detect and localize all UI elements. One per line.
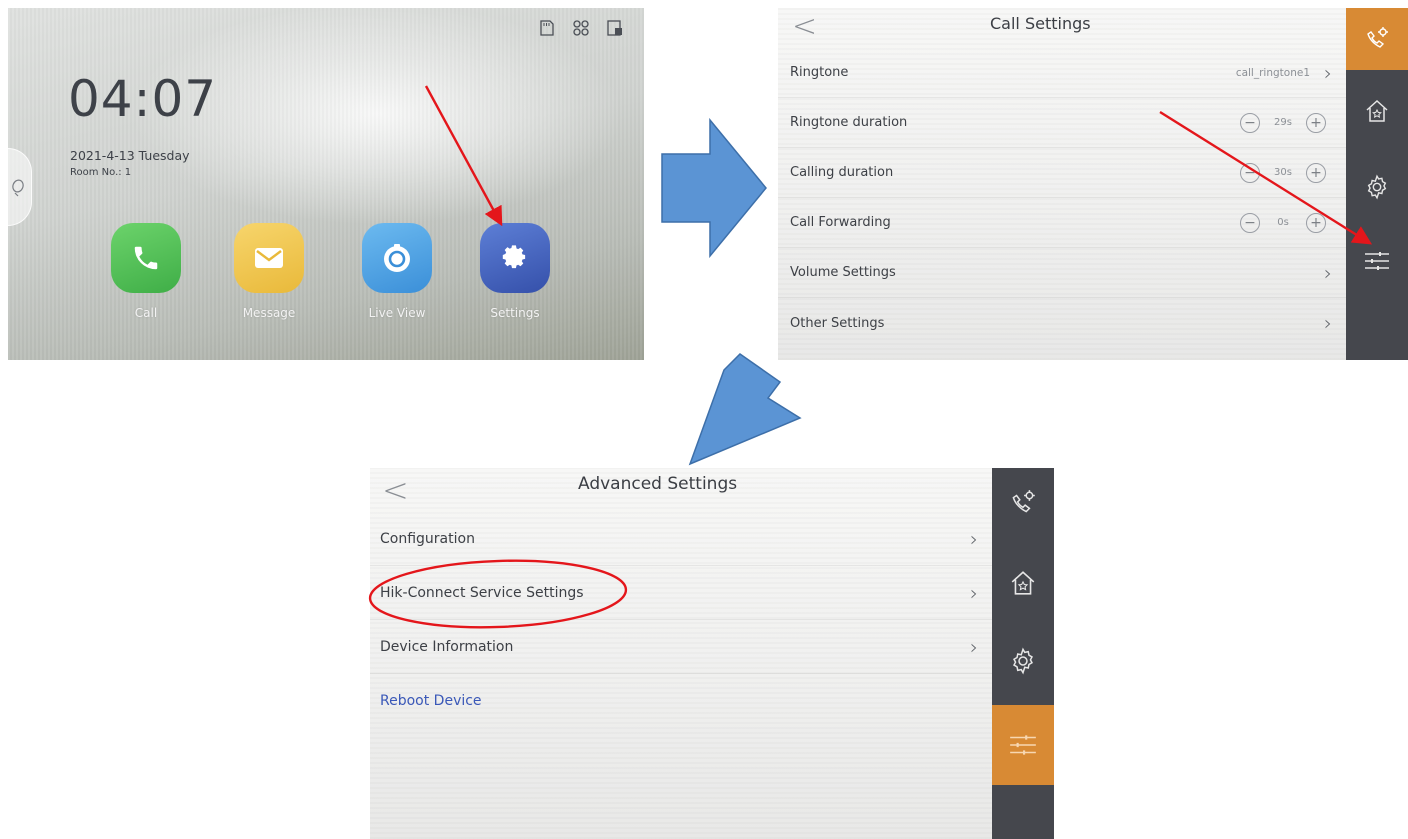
flow-arrow-down-left bbox=[688, 353, 802, 466]
chevron-right-icon: › bbox=[970, 580, 978, 605]
clock-time: 04:07 bbox=[68, 70, 218, 128]
phone-gear-icon bbox=[1012, 490, 1035, 513]
side-nav-rail bbox=[992, 468, 1054, 839]
message-app-button[interactable] bbox=[234, 223, 304, 293]
envelope-icon bbox=[255, 248, 283, 268]
stepper-value: 29s bbox=[1274, 117, 1292, 128]
side-nav-rail bbox=[1346, 8, 1408, 360]
row-label: Device Information bbox=[380, 638, 514, 655]
call-forwarding-row: Call Forwarding − 0s + bbox=[778, 198, 1346, 248]
back-button[interactable]: < bbox=[792, 12, 817, 42]
configuration-row[interactable]: Configuration › bbox=[370, 512, 992, 566]
hik-connect-row[interactable]: Hik-Connect Service Settings › bbox=[370, 566, 992, 620]
row-label: Ringtone duration bbox=[790, 115, 908, 130]
network-icon bbox=[573, 20, 589, 36]
settings-app-label: Settings bbox=[490, 306, 540, 320]
minus-icon[interactable]: − bbox=[1240, 112, 1260, 133]
sliders-icon bbox=[1010, 735, 1036, 755]
page-title: Advanced Settings bbox=[578, 474, 738, 494]
rail-home[interactable] bbox=[992, 548, 1054, 618]
stepper-value: 30s bbox=[1274, 167, 1292, 178]
flow-arrow-right bbox=[661, 118, 767, 258]
gear-icon bbox=[1367, 174, 1387, 200]
row-label: Calling duration bbox=[790, 165, 894, 180]
row-label: Volume Settings bbox=[790, 265, 896, 280]
sliders-icon bbox=[1365, 252, 1389, 270]
gear-icon bbox=[1013, 647, 1033, 675]
home-icon bbox=[1011, 571, 1035, 595]
rail-settings[interactable] bbox=[992, 626, 1054, 696]
rail-advanced[interactable] bbox=[992, 705, 1054, 785]
minus-icon[interactable]: − bbox=[1240, 212, 1260, 233]
room-number: Room No.: 1 bbox=[70, 167, 132, 178]
sd-card-icon bbox=[540, 20, 554, 36]
row-label: Ringtone bbox=[790, 65, 849, 80]
ringtone-duration-row: Ringtone duration − 29s + bbox=[778, 98, 1346, 148]
call-app-label: Call bbox=[134, 306, 158, 320]
ringtone-row[interactable]: Ringtone call_ringtone1 › bbox=[778, 48, 1346, 98]
calling-duration-stepper: − 30s + bbox=[1240, 162, 1326, 183]
rail-home[interactable] bbox=[1346, 80, 1408, 142]
chevron-right-icon: › bbox=[970, 634, 978, 659]
rail-advanced[interactable] bbox=[1346, 230, 1408, 292]
rail-settings[interactable] bbox=[1346, 156, 1408, 218]
back-button[interactable]: < bbox=[382, 474, 409, 506]
gear-icon bbox=[502, 245, 526, 269]
side-pull-tab[interactable] bbox=[8, 148, 32, 226]
ringtone-duration-stepper: − 29s + bbox=[1240, 112, 1326, 133]
row-label: Hik-Connect Service Settings bbox=[380, 584, 584, 601]
call-forwarding-stepper: − 0s + bbox=[1240, 212, 1326, 233]
minus-icon[interactable]: − bbox=[1240, 162, 1260, 183]
chevron-right-icon: › bbox=[1324, 260, 1332, 285]
reboot-device-link[interactable]: Reboot Device bbox=[370, 693, 482, 709]
call-app-button[interactable] bbox=[111, 223, 181, 293]
reboot-device-row[interactable]: Reboot Device bbox=[370, 674, 992, 728]
chevron-right-icon: › bbox=[970, 526, 978, 551]
live-view-app-button[interactable] bbox=[362, 223, 432, 293]
page-title: Call Settings bbox=[990, 14, 1091, 33]
row-label: Configuration bbox=[380, 530, 475, 547]
row-label: Other Settings bbox=[790, 315, 885, 331]
date-label: 2021-4-13 Tuesday bbox=[70, 148, 190, 163]
chevron-right-icon: › bbox=[1324, 60, 1332, 85]
lightbulb-icon bbox=[12, 179, 24, 197]
live-view-app-label: Live View bbox=[368, 306, 426, 320]
phone-gear-icon bbox=[1367, 27, 1388, 48]
row-label: Call Forwarding bbox=[790, 215, 891, 230]
plus-icon[interactable]: + bbox=[1306, 112, 1326, 133]
camera-icon bbox=[384, 244, 410, 272]
lock-icon bbox=[607, 20, 622, 36]
advanced-settings-screen: < Advanced Settings Configuration › Hik-… bbox=[370, 468, 1054, 839]
rail-call-settings[interactable] bbox=[1346, 8, 1408, 70]
plus-icon[interactable]: + bbox=[1306, 162, 1326, 183]
settings-app-button[interactable] bbox=[480, 223, 550, 293]
home-screen: 04:07 2021-4-13 Tuesday Room No.: 1 Call… bbox=[8, 8, 644, 360]
device-information-row[interactable]: Device Information › bbox=[370, 620, 992, 674]
volume-settings-row[interactable]: Volume Settings › bbox=[778, 248, 1346, 298]
rail-call-settings[interactable] bbox=[992, 468, 1054, 538]
plus-icon[interactable]: + bbox=[1306, 212, 1326, 233]
call-settings-screen: < Call Settings Ringtone call_ringtone1 … bbox=[778, 8, 1408, 360]
chevron-right-icon: › bbox=[1324, 311, 1332, 335]
ringtone-value: call_ringtone1 bbox=[1235, 66, 1310, 79]
home-icon bbox=[1366, 99, 1388, 122]
calling-duration-row: Calling duration − 30s + bbox=[778, 148, 1346, 198]
message-app-label: Message bbox=[242, 306, 296, 320]
stepper-value: 0s bbox=[1277, 217, 1289, 228]
other-settings-row[interactable]: Other Settings › bbox=[778, 298, 1346, 348]
phone-icon bbox=[134, 246, 158, 270]
status-bar bbox=[538, 20, 624, 36]
